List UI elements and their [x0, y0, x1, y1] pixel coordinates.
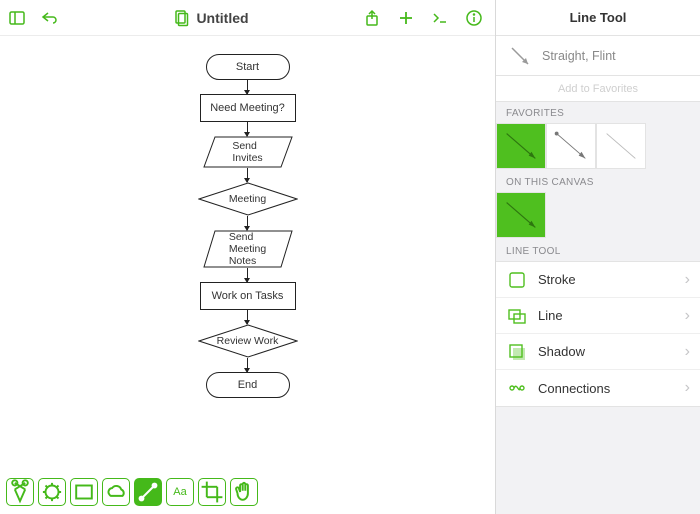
- line-style-preview[interactable]: Straight, Flint: [496, 36, 700, 76]
- add-to-favorites-button[interactable]: Add to Favorites: [496, 76, 700, 102]
- row-stroke[interactable]: Stroke ›: [496, 262, 700, 298]
- flowchart: Start Need Meeting? Send Invites Meeting…: [158, 54, 338, 398]
- row-connections[interactable]: Connections ›: [496, 370, 700, 406]
- flow-node-send-notes[interactable]: Send Meeting Notes: [203, 230, 293, 268]
- flow-arrow: [247, 122, 248, 136]
- flow-arrow: [247, 268, 248, 282]
- on-canvas-section-label: ON THIS CANVAS: [496, 171, 700, 192]
- on-canvas-row: [496, 192, 700, 240]
- flow-node-review-work[interactable]: Review Work: [198, 324, 298, 358]
- document-title[interactable]: Untitled: [196, 10, 248, 26]
- row-line[interactable]: Line ›: [496, 298, 700, 334]
- documents-icon[interactable]: [172, 9, 190, 27]
- tool-freehand[interactable]: [102, 478, 130, 506]
- terminal-icon[interactable]: [431, 9, 449, 27]
- top-toolbar: Untitled: [0, 0, 495, 36]
- flow-node-send-invites[interactable]: Send Invites: [203, 136, 293, 168]
- add-icon[interactable]: [397, 9, 415, 27]
- flow-arrow: [247, 358, 248, 372]
- tool-line[interactable]: [134, 478, 162, 506]
- info-icon[interactable]: [465, 9, 483, 27]
- tool-crop[interactable]: [198, 478, 226, 506]
- flow-arrow: [247, 168, 248, 182]
- inspector-title: Line Tool: [496, 0, 700, 36]
- chevron-right-icon: ›: [685, 379, 690, 397]
- share-icon[interactable]: [363, 9, 381, 27]
- row-shadow[interactable]: Shadow ›: [496, 334, 700, 370]
- flow-arrow: [247, 216, 248, 230]
- shadow-icon: [506, 341, 528, 363]
- inspector-panel: Line Tool Straight, Flint Add to Favorit…: [496, 0, 700, 514]
- favorite-swatch-3[interactable]: [596, 123, 646, 169]
- connections-icon: [506, 377, 528, 399]
- line-style-name: Straight, Flint: [542, 49, 616, 63]
- flow-arrow: [247, 310, 248, 324]
- line-tool-section-label: LINE TOOL: [496, 240, 700, 261]
- undo-icon[interactable]: [40, 9, 58, 27]
- stroke-icon: [506, 269, 528, 291]
- tool-text[interactable]: Aa: [166, 478, 194, 506]
- canvas-pane: Untitled Start Need Meeting?: [0, 0, 496, 514]
- canvas[interactable]: Start Need Meeting? Send Invites Meeting…: [0, 36, 495, 470]
- sidebar-toggle-icon[interactable]: [8, 9, 26, 27]
- tool-hand[interactable]: [230, 478, 258, 506]
- tool-rect[interactable]: [70, 478, 98, 506]
- document-title-area: Untitled: [58, 9, 363, 27]
- tool-rail: Aa: [0, 470, 495, 514]
- chevron-right-icon: ›: [685, 271, 690, 289]
- flow-node-end[interactable]: End: [206, 372, 290, 398]
- chevron-right-icon: ›: [685, 343, 690, 361]
- flow-node-work-tasks[interactable]: Work on Tasks: [200, 282, 296, 310]
- line-preview-icon: [508, 44, 532, 68]
- favorites-section-label: FAVORITES: [496, 102, 700, 123]
- flow-arrow: [247, 80, 248, 94]
- chevron-right-icon: ›: [685, 307, 690, 325]
- line-tool-list: Stroke › Line › Shadow › Connections ›: [496, 261, 700, 407]
- flow-node-meeting[interactable]: Meeting: [198, 182, 298, 216]
- flow-node-start[interactable]: Start: [206, 54, 290, 80]
- flow-node-need-meeting[interactable]: Need Meeting?: [200, 94, 296, 122]
- tool-style[interactable]: [38, 478, 66, 506]
- favorite-swatch-green[interactable]: [496, 123, 546, 169]
- tool-select[interactable]: [6, 478, 34, 506]
- favorites-row: [496, 123, 700, 171]
- canvas-swatch-1[interactable]: [496, 192, 546, 238]
- line-icon: [506, 305, 528, 327]
- favorite-swatch-2[interactable]: [546, 123, 596, 169]
